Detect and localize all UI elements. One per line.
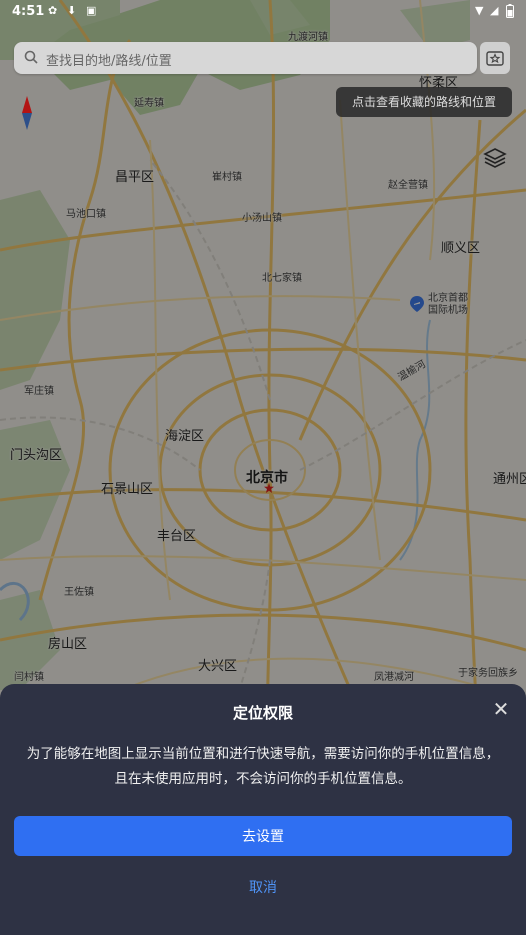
go-to-settings-button[interactable]: 去设置 (14, 816, 512, 856)
status-time: 4:51 (12, 4, 45, 19)
wifi-icon: ▼ (475, 4, 484, 17)
search-icon (24, 50, 38, 64)
download-icon: ⬇ (67, 4, 77, 17)
sync-icon: ✿ (48, 4, 58, 17)
location-permission-dialog: 定位权限 ✕ 为了能够在地图上显示当前位置和进行快速导航，需要访问你的手机位置信… (0, 684, 526, 935)
favorites-button[interactable] (480, 42, 510, 74)
cancel-button[interactable]: 取消 (0, 877, 526, 897)
close-icon[interactable]: ✕ (490, 698, 512, 720)
app-notification-icon: ▣ (86, 4, 97, 17)
search-input[interactable]: 查找目的地/路线/位置 (46, 50, 172, 69)
star-folder-icon (486, 51, 504, 66)
status-bar: 4:51 ✿ ⬇ ▣ ▼ ◢ (0, 0, 526, 24)
compass-icon[interactable] (18, 96, 36, 130)
favorites-tooltip: 点击查看收藏的路线和位置 (336, 87, 512, 117)
layers-icon[interactable] (483, 146, 507, 170)
dialog-message-line1: 为了能够在地图上显示当前位置和进行快速导航，需要访问你的手机位置信息， (26, 746, 500, 762)
dialog-message-line2: 且在未使用应用时，不会访问你的手机位置信息。 (114, 771, 412, 787)
dialog-message: 为了能够在地图上显示当前位置和进行快速导航，需要访问你的手机位置信息， 且在未使… (14, 742, 512, 792)
dialog-title: 定位权限 (232, 704, 293, 722)
signal-icon: ◢ (490, 4, 499, 17)
battery-icon (506, 4, 514, 18)
search-bar[interactable]: 查找目的地/路线/位置 (14, 42, 477, 74)
